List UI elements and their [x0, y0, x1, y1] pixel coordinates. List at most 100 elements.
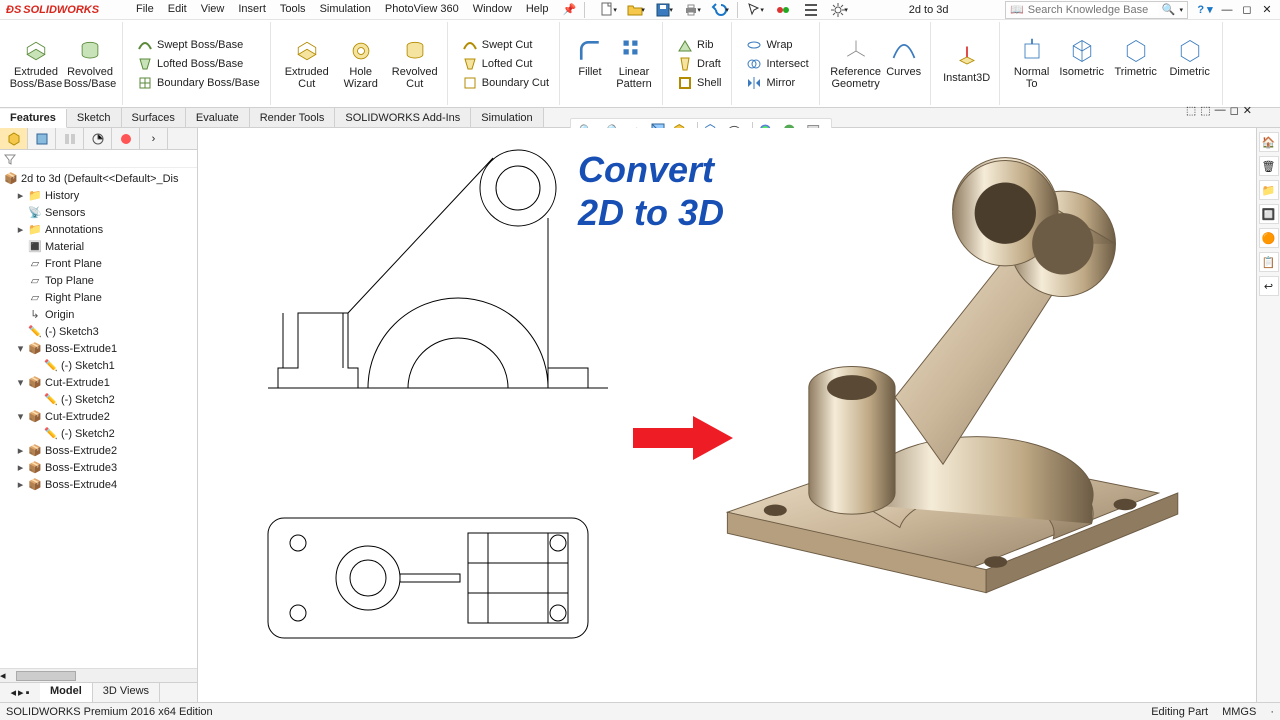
- minimize-icon[interactable]: —: [1218, 2, 1236, 18]
- open-doc-icon[interactable]: ▾: [623, 0, 649, 20]
- boundary-boss-button[interactable]: Boundary Boss/Base: [133, 74, 264, 92]
- menu-pin-icon[interactable]: 📌: [556, 1, 582, 18]
- maximize-icon[interactable]: ◻: [1238, 2, 1256, 18]
- help-icon[interactable]: ? ▾: [1192, 0, 1218, 20]
- tree-scrollbar[interactable]: ◂: [0, 668, 197, 682]
- extruded-cut-button[interactable]: Extruded Cut: [281, 37, 333, 90]
- new-doc-icon[interactable]: ▾: [595, 0, 621, 20]
- tree-item[interactable]: ▱Right Plane: [0, 289, 197, 306]
- shell-button[interactable]: Shell: [673, 74, 725, 92]
- curves-button[interactable]: Curves: [884, 37, 924, 90]
- dimxpert-tab-icon[interactable]: [84, 128, 112, 149]
- extruded-boss-button[interactable]: Extruded Boss/Base: [10, 37, 62, 90]
- tree-item[interactable]: 🔳Material: [0, 238, 197, 255]
- tree-item[interactable]: ↳Origin: [0, 306, 197, 323]
- save-icon[interactable]: ▾: [651, 0, 677, 20]
- tree-item[interactable]: ▸📁History: [0, 187, 197, 204]
- menu-view[interactable]: View: [195, 1, 231, 18]
- menu-help[interactable]: Help: [520, 1, 555, 18]
- graphics-canvas[interactable]: ⬚ ⬚ — ◻ ✕ Convert 2D to 3: [198, 128, 1256, 702]
- trimetric-button[interactable]: Trimetric: [1110, 37, 1162, 90]
- custom-props-icon[interactable]: ↩: [1259, 276, 1279, 296]
- tree-item[interactable]: ▾📦Cut-Extrude2: [0, 408, 197, 425]
- doc-minimize-icon[interactable]: —: [1215, 104, 1226, 117]
- tab-addins[interactable]: SOLIDWORKS Add-Ins: [335, 108, 471, 127]
- normal-to-button[interactable]: Normal To: [1010, 37, 1054, 90]
- intersect-button[interactable]: Intersect: [742, 55, 812, 73]
- wrap-button[interactable]: Wrap: [742, 36, 812, 54]
- status-units[interactable]: MMGS: [1222, 706, 1256, 718]
- menu-edit[interactable]: Edit: [162, 1, 193, 18]
- tree-item[interactable]: ▸📁Annotations: [0, 221, 197, 238]
- tree-item[interactable]: ✏️(-) Sketch2: [0, 391, 197, 408]
- menu-photoview[interactable]: PhotoView 360: [379, 1, 465, 18]
- options-list-icon[interactable]: [798, 0, 824, 20]
- tree-item[interactable]: ✏️(-) Sketch2: [0, 425, 197, 442]
- tree-item[interactable]: ▸📦Boss-Extrude3: [0, 459, 197, 476]
- tree-item[interactable]: ▾📦Boss-Extrude1: [0, 340, 197, 357]
- print-icon[interactable]: ▾: [679, 0, 705, 20]
- tree-root[interactable]: 📦2d to 3d (Default<<Default>_Dis: [0, 170, 197, 187]
- configuration-tab-icon[interactable]: [56, 128, 84, 149]
- tab-simulation[interactable]: Simulation: [471, 108, 543, 127]
- rib-button[interactable]: Rib: [673, 36, 725, 54]
- settings-gear-icon[interactable]: ▾: [826, 0, 852, 20]
- appearances-icon[interactable]: 📋: [1259, 252, 1279, 272]
- lofted-boss-button[interactable]: Lofted Boss/Base: [133, 55, 264, 73]
- display-manager-tab-icon[interactable]: [112, 128, 140, 149]
- draft-button[interactable]: Draft: [673, 55, 725, 73]
- instant3d-button[interactable]: Instant3D: [941, 43, 993, 85]
- tab-evaluate[interactable]: Evaluate: [186, 108, 250, 127]
- search-icon[interactable]: 🔍: [1162, 3, 1176, 16]
- reference-geometry-button[interactable]: Reference Geometry: [830, 37, 882, 90]
- tab-surfaces[interactable]: Surfaces: [122, 108, 186, 127]
- tab-render-tools[interactable]: Render Tools: [250, 108, 336, 127]
- menu-insert[interactable]: Insert: [232, 1, 272, 18]
- doc-cascade-icon[interactable]: ⬚: [1200, 104, 1210, 117]
- design-library-icon[interactable]: 📁: [1259, 180, 1279, 200]
- tree-item[interactable]: 📡Sensors: [0, 204, 197, 221]
- expand-tab-icon[interactable]: ›: [140, 128, 168, 149]
- menu-file[interactable]: File: [130, 1, 160, 18]
- view-palette-icon[interactable]: 🟠: [1259, 228, 1279, 248]
- revolved-cut-button[interactable]: Revolved Cut: [389, 37, 441, 90]
- tree-item[interactable]: ✏️(-) Sketch3: [0, 323, 197, 340]
- select-icon[interactable]: ▾: [742, 0, 768, 20]
- menu-simulation[interactable]: Simulation: [314, 1, 377, 18]
- status-more-icon[interactable]: ·: [1270, 706, 1274, 718]
- traffic-light-icon[interactable]: [770, 0, 796, 20]
- property-manager-tab-icon[interactable]: [28, 128, 56, 149]
- filter-bar[interactable]: [0, 150, 197, 168]
- linear-pattern-button[interactable]: Linear Pattern: [612, 37, 656, 90]
- doc-close-icon[interactable]: ✕: [1243, 104, 1252, 117]
- dimetric-button[interactable]: Dimetric: [1164, 37, 1216, 90]
- feature-tree-tab-icon[interactable]: [0, 128, 28, 149]
- tree-item[interactable]: ▸📦Boss-Extrude4: [0, 476, 197, 493]
- isometric-button[interactable]: Isometric: [1056, 37, 1108, 90]
- boundary-cut-button[interactable]: Boundary Cut: [458, 74, 553, 92]
- fillet-button[interactable]: Fillet: [570, 37, 610, 90]
- tree-item[interactable]: ✏️(-) Sketch1: [0, 357, 197, 374]
- tab-3d-views[interactable]: 3D Views: [93, 683, 160, 702]
- search-input[interactable]: [1028, 4, 1158, 16]
- hole-wizard-button[interactable]: Hole Wizard: [335, 37, 387, 90]
- undo-icon[interactable]: ▾: [707, 0, 733, 20]
- home-icon[interactable]: 🏠: [1259, 132, 1279, 152]
- search-knowledge-base[interactable]: 📖 🔍▾: [1005, 1, 1188, 19]
- swept-cut-button[interactable]: Swept Cut: [458, 36, 553, 54]
- lofted-cut-button[interactable]: Lofted Cut: [458, 55, 553, 73]
- tab-features[interactable]: Features: [0, 109, 67, 128]
- file-explorer-icon[interactable]: 🔲: [1259, 204, 1279, 224]
- tree-item[interactable]: ▸📦Boss-Extrude2: [0, 442, 197, 459]
- close-icon[interactable]: ✕: [1258, 2, 1276, 18]
- tree-item[interactable]: ▱Front Plane: [0, 255, 197, 272]
- tab-model[interactable]: Model: [40, 683, 93, 702]
- mirror-button[interactable]: Mirror: [742, 74, 812, 92]
- swept-boss-button[interactable]: Swept Boss/Base: [133, 36, 264, 54]
- tree-item[interactable]: ▾📦Cut-Extrude1: [0, 374, 197, 391]
- doc-maximize-icon[interactable]: ◻: [1230, 104, 1239, 117]
- tree-item[interactable]: ▱Top Plane: [0, 272, 197, 289]
- menu-window[interactable]: Window: [467, 1, 518, 18]
- doc-tile-icon[interactable]: ⬚: [1186, 104, 1196, 117]
- tab-sketch[interactable]: Sketch: [67, 108, 122, 127]
